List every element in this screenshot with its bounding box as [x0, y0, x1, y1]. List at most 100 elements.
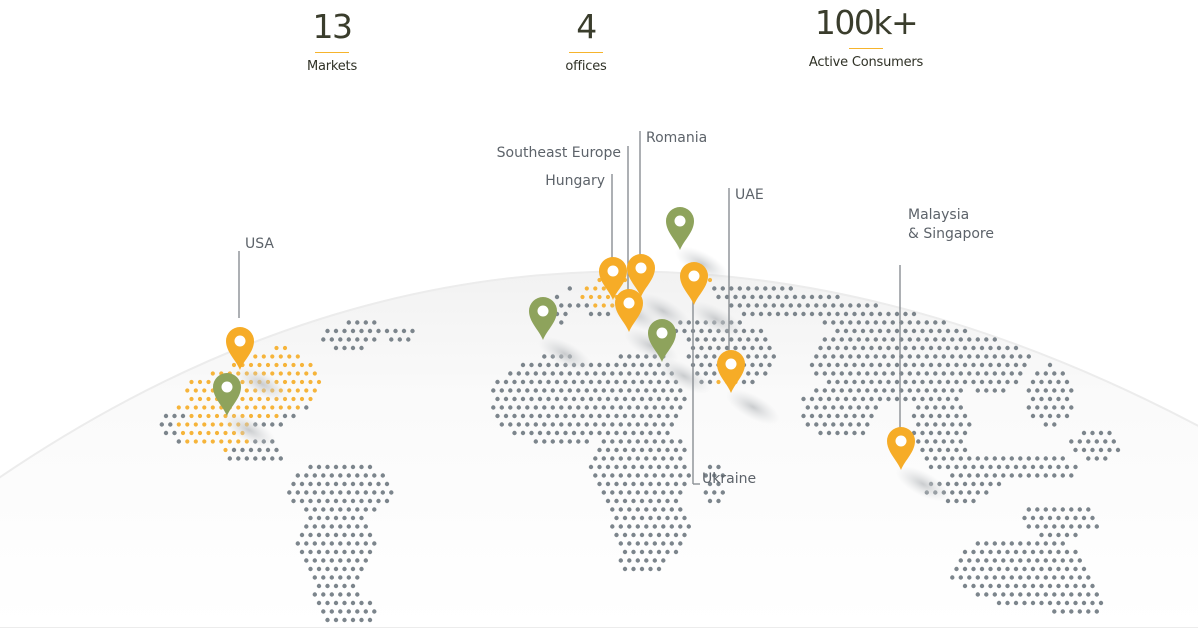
land-dot — [1022, 464, 1027, 470]
land-dot — [1069, 609, 1074, 614]
land-dot — [1018, 473, 1023, 478]
land-dot — [1060, 473, 1066, 478]
land-dot — [593, 422, 598, 427]
land-dot — [814, 371, 819, 376]
market-dot — [291, 396, 296, 402]
land-dot — [860, 396, 866, 402]
land-dot — [673, 498, 679, 504]
land-dot — [1026, 388, 1032, 393]
land-dot — [1026, 592, 1032, 597]
land-dot — [610, 422, 615, 427]
land-dot — [1052, 456, 1057, 461]
land-dot — [984, 388, 989, 393]
market-dot — [185, 422, 190, 427]
land-dot — [304, 473, 309, 478]
land-dot — [512, 413, 517, 419]
land-dot — [520, 396, 526, 402]
land-dot — [882, 371, 887, 376]
land-dot — [873, 337, 878, 342]
land-dot — [1107, 447, 1112, 453]
land-dot — [644, 490, 649, 495]
land-dot — [584, 388, 589, 393]
market-dot — [210, 371, 215, 376]
land-dot — [661, 388, 666, 393]
land-dot — [1064, 566, 1070, 572]
land-dot — [1018, 592, 1023, 597]
land-dot — [1103, 456, 1108, 461]
land-dot — [648, 464, 653, 470]
land-dot — [1047, 583, 1053, 589]
land-dot — [1103, 439, 1108, 444]
land-dot — [682, 396, 687, 402]
land-dot — [1030, 515, 1036, 521]
land-dot — [622, 498, 628, 504]
market-dot — [193, 439, 198, 444]
land-dot — [907, 354, 912, 359]
land-dot — [614, 447, 619, 453]
land-dot — [903, 345, 908, 351]
land-dot — [928, 328, 934, 334]
land-dot — [869, 345, 874, 351]
land-dot — [1013, 464, 1019, 470]
land-dot — [1077, 592, 1083, 597]
land-dot — [597, 413, 602, 419]
land-dot — [954, 413, 959, 419]
land-dot — [648, 430, 653, 436]
pin-center — [674, 215, 686, 227]
land-dot — [363, 524, 368, 529]
land-dot — [869, 328, 874, 334]
land-dot — [376, 328, 381, 334]
land-dot — [729, 286, 734, 291]
land-dot — [342, 583, 347, 589]
market-dot — [605, 294, 611, 300]
land-dot — [856, 405, 861, 410]
land-dot — [1056, 600, 1061, 606]
market-dot — [312, 388, 317, 393]
land-dot — [1013, 600, 1019, 606]
land-dot — [954, 379, 959, 385]
land-dot — [1039, 515, 1044, 521]
land-dot — [355, 320, 360, 325]
land-dot — [928, 447, 934, 453]
land-dot — [618, 541, 623, 546]
land-dot — [716, 464, 721, 470]
land-dot — [529, 413, 534, 419]
land-dot — [975, 592, 980, 597]
land-dot — [1043, 592, 1049, 597]
land-dot — [1043, 541, 1049, 546]
office-pin-icon[interactable] — [666, 207, 694, 250]
land-dot — [665, 481, 670, 487]
land-dot — [367, 532, 373, 538]
land-dot — [665, 447, 670, 453]
land-dot — [826, 379, 832, 385]
land-dot — [1098, 447, 1104, 453]
land-dot — [767, 294, 772, 300]
land-dot — [962, 345, 968, 351]
land-dot — [1056, 549, 1061, 555]
land-dot — [359, 566, 364, 572]
land-dot — [1086, 592, 1091, 597]
land-dot — [363, 490, 368, 495]
land-dot — [1077, 507, 1083, 512]
land-dot — [894, 379, 900, 385]
land-dot — [644, 439, 649, 444]
market-dot — [202, 388, 207, 393]
land-dot — [355, 541, 360, 546]
land-dot — [1001, 473, 1006, 478]
land-dot — [911, 311, 917, 317]
land-dot — [627, 388, 632, 393]
land-dot — [962, 583, 968, 589]
land-dot — [941, 320, 946, 325]
land-dot — [180, 413, 186, 419]
land-dot — [814, 354, 819, 359]
land-dot — [958, 337, 963, 342]
land-dot — [652, 524, 657, 529]
land-dot — [236, 456, 241, 461]
land-dot — [325, 481, 330, 487]
land-dot — [907, 388, 912, 393]
land-dot — [656, 532, 662, 538]
market-dot — [189, 430, 194, 436]
land-dot — [750, 362, 755, 368]
land-dot — [920, 396, 925, 402]
land-dot — [678, 439, 683, 444]
